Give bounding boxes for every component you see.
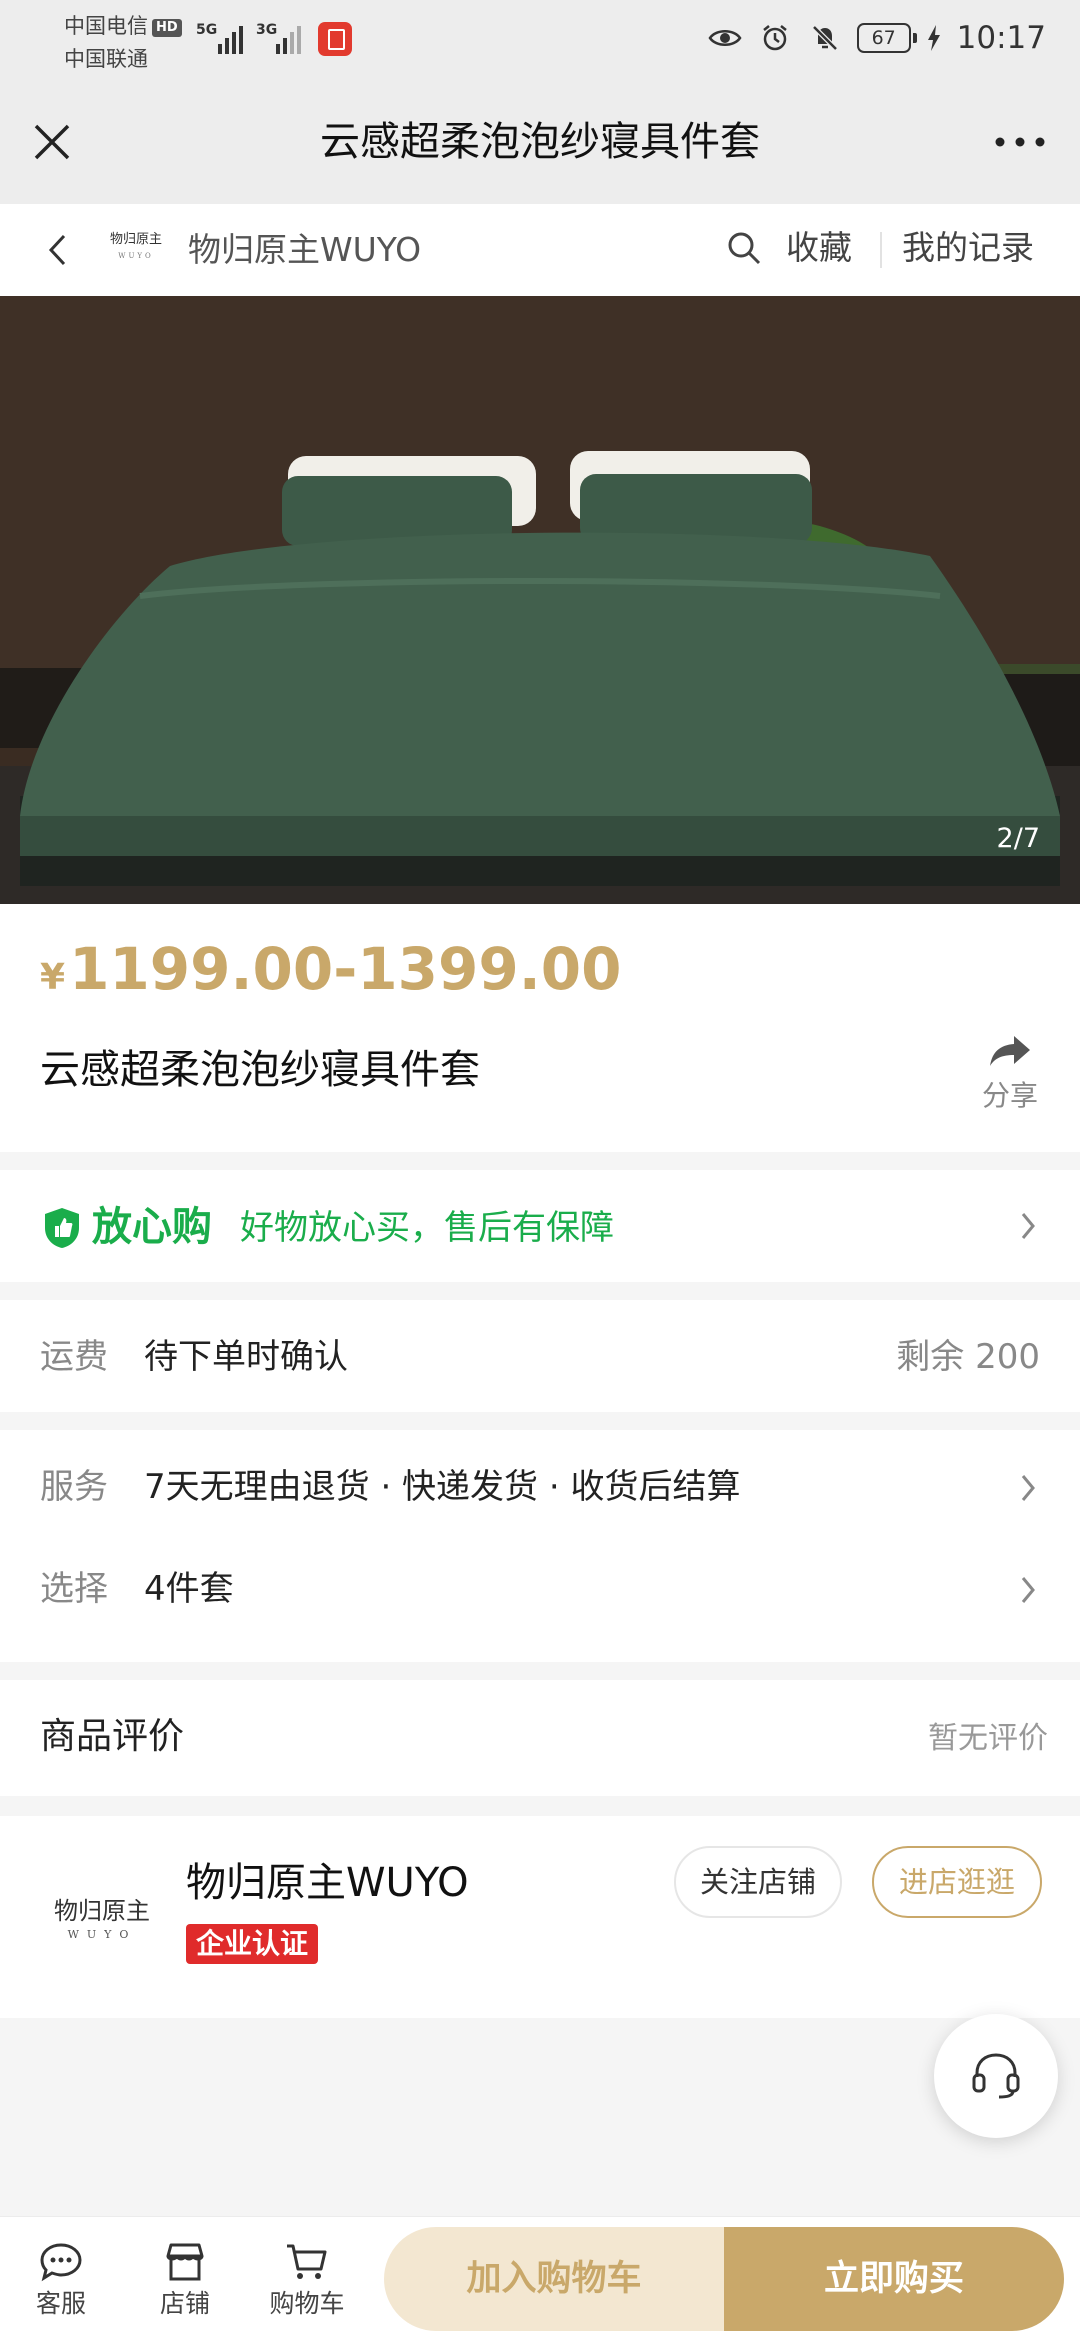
search-icon xyxy=(728,232,761,265)
chevron-right-icon xyxy=(1016,1570,1040,1610)
shop-card: 物归原主 WUYO 物归原主WUYO 企业认证 关注店铺 进店逛逛 xyxy=(0,1816,1080,2018)
service-label: 服务 xyxy=(40,1467,108,1507)
follow-shop-button[interactable]: 关注店铺 xyxy=(674,1846,842,1918)
title-bar: 云感超柔泡泡纱寝具件套 xyxy=(0,80,1080,204)
share-arrow-icon xyxy=(990,1036,1030,1066)
shop-logo-sub: WUYO xyxy=(67,1928,137,1941)
signal-bars-1-icon xyxy=(218,24,243,54)
reviews-empty: 暂无评价 xyxy=(928,1721,1048,1756)
cart-label: 购物车 xyxy=(269,2289,345,2318)
shop-nav-bar: 物归原主 WUYO 物归原主WUYO 收藏 我的记录 xyxy=(0,204,1080,296)
search-button[interactable] xyxy=(722,226,766,270)
my-records-button[interactable]: 我的记录 xyxy=(902,226,1034,270)
shipping-section: 运费 待下单时确认 剩余 200 xyxy=(0,1300,1080,1412)
shop-logo-small-sub: WUYO xyxy=(118,252,154,260)
eye-icon xyxy=(707,23,743,53)
battery-indicator: 67 xyxy=(856,23,917,53)
shop-label: 店铺 xyxy=(159,2289,210,2318)
shop-logo-small[interactable]: 物归原主 WUYO xyxy=(104,232,168,268)
clock: 10:17 xyxy=(956,20,1046,56)
more-options-button[interactable] xyxy=(990,120,1050,164)
more-dots-icon xyxy=(995,137,1045,147)
app-notification-icon xyxy=(318,22,352,56)
shop-logo-small-text: 物归原主 xyxy=(109,232,162,247)
customer-service-label: 客服 xyxy=(35,2289,86,2318)
chevron-right-icon xyxy=(1016,1468,1040,1508)
service-option-section: 服务 7天无理由退货 · 快递发货 · 收货后结算 选择 4件套 xyxy=(0,1430,1080,1662)
chat-bubble-icon xyxy=(6,2237,116,2287)
carrier-2: 中国联通 xyxy=(64,47,148,71)
cart-tab[interactable]: 购物车 xyxy=(252,2237,362,2321)
customer-service-tab[interactable]: 客服 xyxy=(6,2237,116,2321)
favorite-button[interactable]: 收藏 xyxy=(786,226,852,270)
signal-bars-2-icon xyxy=(276,24,301,54)
alarm-icon xyxy=(757,23,793,53)
nav-divider xyxy=(880,232,882,268)
carrier-1: 中国电信 xyxy=(64,14,148,38)
status-right: 67 10:17 xyxy=(707,16,1046,60)
service-row[interactable]: 服务 7天无理由退货 · 快递发货 · 收货后结算 xyxy=(0,1430,1080,1546)
charging-icon xyxy=(925,23,943,53)
image-counter: 2/7 xyxy=(996,823,1040,854)
share-button[interactable]: 分享 xyxy=(970,1034,1050,1114)
guarantee-text: 好物放心买，售后有保障 xyxy=(240,1208,614,1248)
option-row[interactable]: 选择 4件套 xyxy=(0,1546,1080,1662)
guarantee-brand: 放心购 xyxy=(92,1204,212,1250)
store-icon xyxy=(130,2237,240,2287)
chevron-right-icon xyxy=(1016,1206,1040,1246)
product-photo xyxy=(0,296,1080,904)
guarantee-row[interactable]: 放心购 好物放心买，售后有保障 xyxy=(0,1170,1080,1282)
share-label: 分享 xyxy=(981,1079,1038,1112)
enterprise-cert-badge: 企业认证 xyxy=(186,1924,319,1964)
shop-name-link[interactable]: 物归原主WUYO xyxy=(188,228,421,272)
shop-logo[interactable]: 物归原主 WUYO xyxy=(44,1896,160,1944)
buy-now-button[interactable]: 立即购买 xyxy=(724,2227,1064,2331)
shipping-label: 运费 xyxy=(40,1337,108,1377)
signal-type-1: 5G xyxy=(196,22,218,38)
product-image-carousel[interactable]: 2/7 xyxy=(0,296,1080,904)
bottom-action-bar: 客服 店铺 购物车 加入购物车 立即购买 xyxy=(0,2216,1080,2340)
product-info: ¥1199.00-1399.00 云感超柔泡泡纱寝具件套 分享 xyxy=(0,904,1080,1152)
stock-remaining: 剩余 200 xyxy=(896,1337,1040,1377)
back-button[interactable] xyxy=(40,228,74,272)
option-value: 4件套 xyxy=(144,1569,234,1609)
shipping-value: 待下单时确认 xyxy=(144,1337,348,1377)
page-title: 云感超柔泡泡纱寝具件套 xyxy=(320,119,760,165)
shield-thumb-icon xyxy=(45,1208,79,1248)
customer-support-button[interactable] xyxy=(934,2014,1058,2138)
price: ¥1199.00-1399.00 xyxy=(40,934,621,1013)
add-to-cart-button[interactable]: 加入购物车 xyxy=(384,2227,724,2331)
shipping-row: 运费 待下单时确认 剩余 200 xyxy=(0,1300,1080,1412)
reviews-title: 商品评价 xyxy=(40,1716,185,1757)
product-title: 云感超柔泡泡纱寝具件套 xyxy=(40,1047,480,1093)
visit-shop-button[interactable]: 进店逛逛 xyxy=(872,1846,1042,1918)
status-bar: 中国电信 HD 中国联通 5G 3G 67 10:17 xyxy=(0,0,1080,80)
headset-icon xyxy=(972,2053,1020,2099)
shop-name[interactable]: 物归原主WUYO xyxy=(186,1856,469,1910)
cart-icon xyxy=(252,2237,362,2287)
option-label: 选择 xyxy=(40,1569,108,1609)
service-value: 7天无理由退货 · 快递发货 · 收货后结算 xyxy=(144,1467,741,1507)
currency-symbol: ¥ xyxy=(40,957,66,998)
mute-bell-icon xyxy=(807,23,843,53)
reviews-section[interactable]: 商品评价 暂无评价 xyxy=(0,1680,1080,1796)
hd-badge: HD xyxy=(152,19,182,37)
shop-tab[interactable]: 店铺 xyxy=(130,2237,240,2321)
chevron-left-icon xyxy=(48,234,66,266)
signal-type-2: 3G xyxy=(256,22,278,38)
shop-logo-text: 物归原主 xyxy=(54,1897,150,1925)
carrier-info: 中国电信 HD 中国联通 xyxy=(64,10,182,76)
price-range: 1199.00-1399.00 xyxy=(69,935,622,1003)
